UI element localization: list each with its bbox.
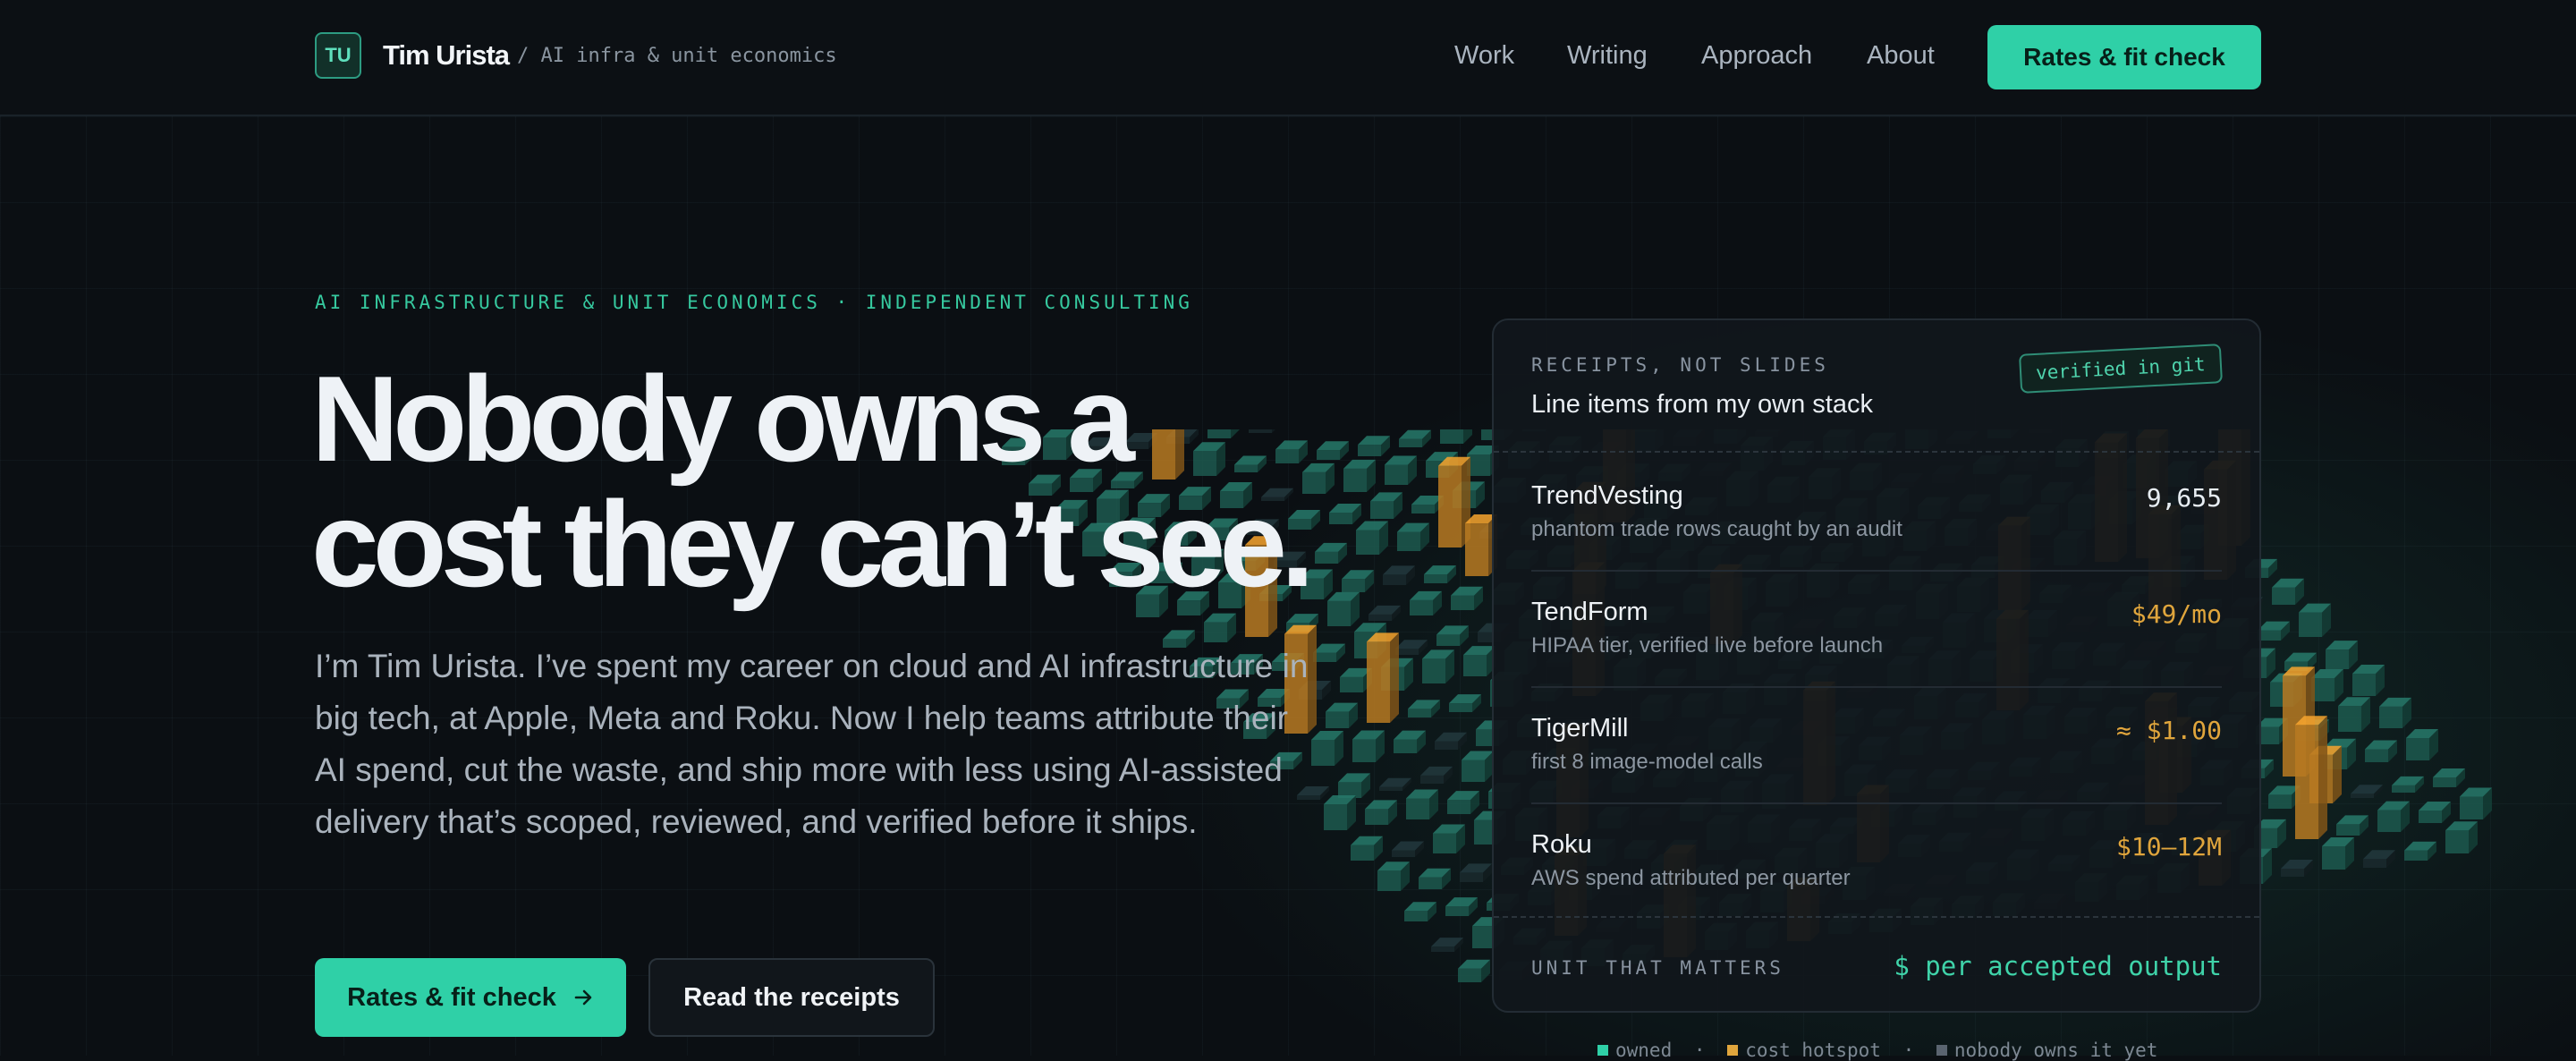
legend-separator: · xyxy=(1694,1040,1706,1061)
receipt-value: 9,655 xyxy=(2147,483,2222,513)
site-tagline: / AI infra & unit economics xyxy=(517,45,837,67)
rates-button-label: Rates & fit check xyxy=(347,983,556,1013)
site-name[interactable]: Tim Urista xyxy=(383,39,509,72)
receipt-row: TigerMill first 8 image-model calls ≈ $1… xyxy=(1531,714,2222,830)
legend-label: nobody owns it yet xyxy=(1954,1040,2158,1061)
headline-line-2: cost they can’t see. xyxy=(311,476,1309,612)
unit-label: UNIT THAT MATTERS xyxy=(1531,957,1784,979)
receipt-row: Roku AWS spend attributed per quarter $1… xyxy=(1531,830,2222,946)
legend-swatch xyxy=(1936,1045,1947,1056)
card-divider xyxy=(1494,916,2259,918)
read-receipts-button[interactable]: Read the receipts xyxy=(648,958,935,1037)
receipt-desc: first 8 image-model calls xyxy=(1531,750,1763,775)
row-divider xyxy=(1531,802,2222,804)
nav-link-approach[interactable]: Approach xyxy=(1701,41,1812,71)
legend-swatch xyxy=(1727,1045,1738,1056)
row-divider xyxy=(1531,570,2222,572)
verified-stamp: verified in git xyxy=(2019,344,2223,394)
top-nav: TU Tim Urista / AI infra & unit economic… xyxy=(0,0,2576,116)
receipt-name: Roku xyxy=(1531,830,1592,860)
receipt-name: TigerMill xyxy=(1531,714,1628,743)
receipt-value: $49/mo xyxy=(2131,599,2222,629)
receipt-value: $10–12M xyxy=(2116,832,2222,862)
unit-value: $ per accepted output xyxy=(1894,951,2222,981)
receipt-desc: AWS spend attributed per quarter xyxy=(1531,866,1851,891)
receipt-desc: phantom trade rows caught by an audit xyxy=(1531,517,1902,542)
hero-lead: I’m Tim Urista. I’ve spent my career on … xyxy=(315,641,1326,848)
receipt-row: TendForm HIPAA tier, verified live befor… xyxy=(1531,598,2222,714)
receipts-title: Line items from my own stack xyxy=(1531,390,1873,420)
rates-fit-check-button[interactable]: Rates & fit check xyxy=(315,958,626,1037)
arrow-right-icon xyxy=(572,987,594,1008)
headline-line-1: Nobody owns a xyxy=(311,351,1129,487)
legend-label: owned xyxy=(1615,1040,1672,1061)
nav-link-work[interactable]: Work xyxy=(1454,41,1514,71)
card-divider xyxy=(1494,451,2259,453)
legend-swatch xyxy=(1597,1045,1608,1056)
row-divider xyxy=(1531,686,2222,688)
receipt-value: ≈ $1.00 xyxy=(2116,716,2222,745)
visualization-legend: owned · cost hotspot · nobody owns it ye… xyxy=(1597,1040,2157,1061)
legend-label: cost hotspot xyxy=(1745,1040,1881,1061)
hero-eyebrow: AI INFRASTRUCTURE & UNIT ECONOMICS · IND… xyxy=(315,292,1193,313)
nav-link-writing[interactable]: Writing xyxy=(1567,41,1648,71)
nav-rates-button[interactable]: Rates & fit check xyxy=(1987,25,2261,89)
receipts-eyebrow: RECEIPTS, NOT SLIDES xyxy=(1531,354,1829,376)
receipt-row: TrendVesting phantom trade rows caught b… xyxy=(1531,481,2222,598)
logo-badge[interactable]: TU xyxy=(315,32,361,79)
receipt-name: TendForm xyxy=(1531,598,1648,627)
legend-separator: · xyxy=(1903,1040,1915,1061)
hero-headline: Nobody owns a cost they can’t see. xyxy=(311,356,1385,607)
nav-link-about[interactable]: About xyxy=(1867,41,1935,71)
receipt-desc: HIPAA tier, verified live before launch xyxy=(1531,633,1883,658)
receipts-card: RECEIPTS, NOT SLIDES Line items from my … xyxy=(1492,318,2261,1013)
receipt-name: TrendVesting xyxy=(1531,481,1683,511)
